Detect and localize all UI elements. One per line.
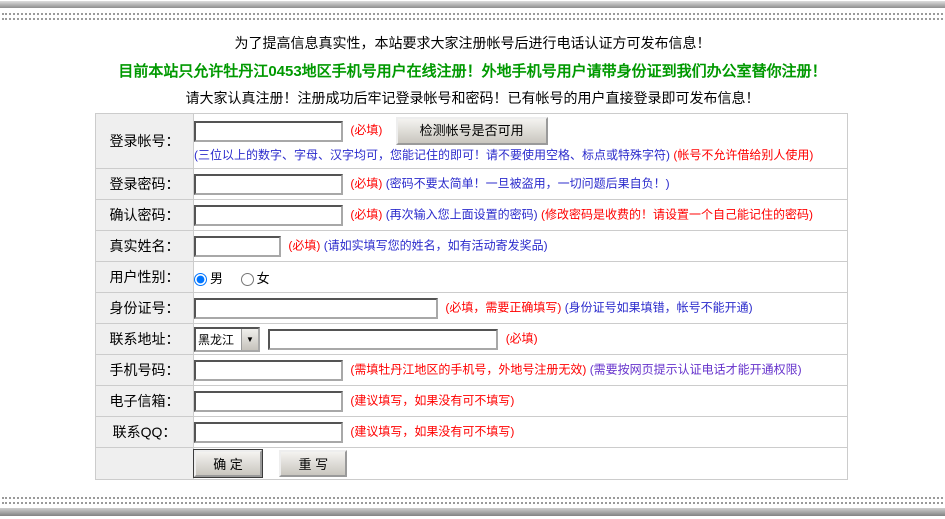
- row-id-number: 身份证号： (必填，需要正确填写) (身份证号如果填错，帐号不能开通): [96, 293, 848, 324]
- mobile-phone-input[interactable]: [194, 360, 343, 381]
- contact-address-label: 联系地址：: [96, 324, 194, 355]
- row-login-password: 登录密码： (必填) (密码不要太简单！一旦被盗用，一切问题后果自负！): [96, 169, 848, 200]
- notice-region-restriction: 目前本站只允许牡丹江0453地区手机号用户在线注册！外地手机号用户请带身份证到我…: [0, 60, 945, 81]
- top-dotted-divider: [2, 13, 943, 15]
- required-tag: (必填): [350, 207, 382, 221]
- real-name-input[interactable]: [194, 236, 281, 257]
- bottom-dotted-divider: [2, 502, 943, 504]
- bottom-gradient-bar: [0, 508, 945, 516]
- login-password-hint: (密码不要太简单！一旦被盗用，一切问题后果自负！): [386, 176, 670, 190]
- login-account-warning: (帐号不允许借给别人使用): [673, 148, 813, 162]
- mobile-phone-hint: (需要按网页提示认证电话才能开通权限): [590, 362, 802, 376]
- notice-remember-account: 请大家认真注册！注册成功后牢记登录帐号和密码！已有帐号的用户直接登录即可发布信息…: [0, 88, 945, 108]
- row-actions: 确 定 重 写: [96, 448, 848, 480]
- row-email: 电子信箱： (建议填写，如果没有可不填写): [96, 386, 848, 417]
- qq-hint: (建议填写，如果没有可不填写): [350, 424, 514, 438]
- row-login-account: 登录帐号： (必填) 检测帐号是否可用 (三位以上的数字、字母、汉字均可，您能记…: [96, 114, 848, 169]
- row-contact-address: 联系地址： 黑龙江 ▼ (必填): [96, 324, 848, 355]
- notice-phone-verification: 为了提高信息真实性，本站要求大家注册帐号后进行电话认证方可发布信息！: [0, 33, 945, 53]
- row-qq: 联系QQ： (建议填写，如果没有可不填写): [96, 417, 848, 448]
- email-input[interactable]: [194, 391, 343, 412]
- mobile-phone-label: 手机号码：: [96, 355, 194, 386]
- real-name-hint: (请如实填写您的姓名，如有活动寄发奖品): [324, 238, 548, 252]
- required-tag: (必填，需要正确填写): [445, 300, 561, 314]
- email-hint: (建议填写，如果没有可不填写): [350, 393, 514, 407]
- bottom-dotted-divider: [2, 497, 943, 499]
- confirm-password-hint: (再次输入您上面设置的密码): [386, 207, 538, 221]
- id-number-hint: (身份证号如果填错，帐号不能开通): [565, 300, 753, 314]
- registration-form-table: 登录帐号： (必填) 检测帐号是否可用 (三位以上的数字、字母、汉字均可，您能记…: [95, 113, 848, 480]
- top-dotted-divider: [2, 18, 943, 20]
- top-gradient-bar: [0, 1, 945, 8]
- reset-button[interactable]: 重 写: [279, 450, 347, 477]
- qq-input[interactable]: [194, 422, 343, 443]
- required-tag: (必填): [506, 331, 538, 345]
- check-account-button[interactable]: 检测帐号是否可用: [396, 117, 548, 145]
- contact-address-input[interactable]: [268, 329, 498, 350]
- gender-male-option: 男: [210, 271, 223, 286]
- login-account-input[interactable]: [194, 121, 343, 142]
- confirm-password-label: 确认密码：: [96, 200, 194, 231]
- id-number-input[interactable]: [194, 298, 438, 319]
- gender-male-radio[interactable]: [194, 273, 207, 286]
- required-tag: (必填): [350, 123, 382, 137]
- required-tag: (必填): [288, 238, 320, 252]
- confirm-password-input[interactable]: [194, 205, 343, 226]
- gender-label: 用户性别：: [96, 262, 194, 293]
- row-confirm-password: 确认密码： (必填) (再次输入您上面设置的密码) (修改密码是收费的！请设置一…: [96, 200, 848, 231]
- gender-female-radio[interactable]: [241, 273, 254, 286]
- row-gender: 用户性别： 男 女: [96, 262, 848, 293]
- province-select-value: 黑龙江: [196, 331, 241, 348]
- mobile-phone-warning: (需填牡丹江地区的手机号，外地号注册无效): [350, 362, 586, 376]
- login-account-label: 登录帐号：: [96, 114, 194, 169]
- actions-label-cell: [96, 448, 194, 480]
- login-password-label: 登录密码：: [96, 169, 194, 200]
- registration-page: 为了提高信息真实性，本站要求大家注册帐号后进行电话认证方可发布信息！ 目前本站只…: [0, 0, 945, 519]
- row-real-name: 真实姓名： (必填) (请如实填写您的姓名，如有活动寄发奖品): [96, 231, 848, 262]
- confirm-password-warning: (修改密码是收费的！请设置一个自己能记住的密码): [541, 207, 813, 221]
- row-mobile-phone: 手机号码： (需填牡丹江地区的手机号，外地号注册无效) (需要按网页提示认证电话…: [96, 355, 848, 386]
- email-label: 电子信箱：: [96, 386, 194, 417]
- login-account-hint: (三位以上的数字、字母、汉字均可，您能记住的即可！请不要使用空格、标点或特殊字符…: [194, 148, 670, 162]
- gender-female-option: 女: [257, 271, 270, 286]
- submit-button[interactable]: 确 定: [194, 450, 262, 477]
- required-tag: (必填): [350, 176, 382, 190]
- real-name-label: 真实姓名：: [96, 231, 194, 262]
- id-number-label: 身份证号：: [96, 293, 194, 324]
- chevron-down-icon[interactable]: ▼: [241, 329, 258, 350]
- province-select[interactable]: 黑龙江 ▼: [194, 327, 260, 352]
- login-password-input[interactable]: [194, 174, 343, 195]
- qq-label: 联系QQ：: [96, 417, 194, 448]
